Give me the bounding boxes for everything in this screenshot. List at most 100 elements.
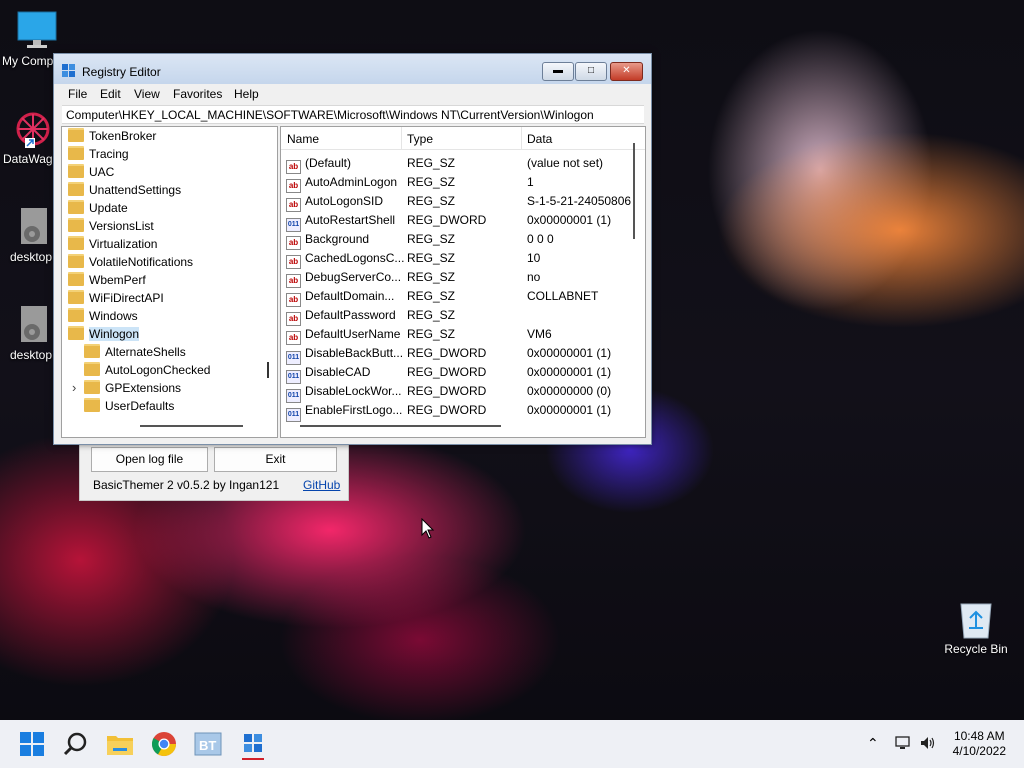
minimize-button[interactable]: ▬ <box>542 62 574 81</box>
basicthemer-icon[interactable]: BT <box>192 728 224 760</box>
value-row[interactable]: ab Background REG_SZ 0 0 0 <box>281 230 645 250</box>
address-bar[interactable]: Computer\HKEY_LOCAL_MACHINE\SOFTWARE\Mic… <box>62 105 644 124</box>
value-data: 0x00000001 (1) <box>527 403 612 417</box>
value-name-cell: ab CachedLogonsC... <box>286 249 404 269</box>
tree-item[interactable]: Update <box>68 199 128 217</box>
tree-item[interactable]: AutoLogonChecked <box>84 361 210 379</box>
menu-favorites[interactable]: Favorites <box>173 87 222 101</box>
column-header-type[interactable]: Type <box>407 132 433 146</box>
value-data: (value not set) <box>527 156 604 170</box>
tree-item[interactable]: Virtualization <box>68 235 157 253</box>
tree-item-label: TokenBroker <box>89 129 157 143</box>
string-value-icon: ab <box>286 312 301 326</box>
maximize-icon: □ <box>587 65 595 76</box>
desktop-icon-label: Recycle Bin <box>944 642 1008 656</box>
tree-item[interactable]: UserDefaults <box>84 397 174 415</box>
exit-button[interactable]: Exit <box>214 447 337 472</box>
search-icon[interactable] <box>60 728 92 760</box>
show-hidden-icons-chevron-icon[interactable]: ⌃ <box>867 735 879 752</box>
tree-item[interactable]: WbemPerf <box>68 271 146 289</box>
github-link[interactable]: GitHub <box>303 478 340 492</box>
value-name-cell: ab DefaultUserName <box>286 325 400 345</box>
registry-editor-icon[interactable] <box>237 728 269 760</box>
volume-icon[interactable] <box>919 734 937 755</box>
tree-item[interactable]: Tracing <box>68 145 129 163</box>
tree-item[interactable]: Winlogon <box>68 325 140 343</box>
maximize-button[interactable]: □ <box>575 62 607 81</box>
menu-edit[interactable]: Edit <box>100 87 121 101</box>
list-horizontal-scrollbar[interactable] <box>300 425 501 427</box>
chrome-icon[interactable] <box>148 728 180 760</box>
value-row[interactable]: 011 DisableLockWor... REG_DWORD 0x00000000 … <box>281 382 645 403</box>
tree-item[interactable]: UAC <box>68 163 114 181</box>
value-name-cell: ab Background <box>286 230 369 250</box>
tree-item[interactable]: TokenBroker <box>68 127 156 145</box>
value-name: CachedLogonsC... <box>305 251 405 265</box>
value-type: REG_SZ <box>407 232 456 246</box>
gear-file-icon <box>12 304 54 346</box>
tree-item[interactable]: UnattendSettings <box>68 181 181 199</box>
value-row[interactable]: 011 EnableFirstLogo... REG_DWORD 0x00000001… <box>281 401 645 422</box>
folder-icon <box>84 380 100 394</box>
tree-item-label: VolatileNotifications <box>89 255 194 269</box>
list-vertical-scrollbar[interactable] <box>633 143 635 239</box>
tree-item[interactable]: › GPExtensions <box>72 379 181 397</box>
value-row[interactable]: ab CachedLogonsC... REG_SZ 10 <box>281 249 645 269</box>
registry-tree[interactable]: TokenBroker Tracing UAC UnattendSettings Upd… <box>61 126 278 438</box>
value-row[interactable]: ab DefaultDomain... REG_SZ COLLABNET <box>281 287 645 307</box>
values-list[interactable]: Name Type Data ab (Default) REG_SZ (value n… <box>280 126 646 438</box>
tree-item[interactable]: AlternateShells <box>84 343 186 361</box>
menu-view[interactable]: View <box>134 87 160 101</box>
tree-item[interactable]: WiFiDirectAPI <box>68 289 164 307</box>
open-log-file-button[interactable]: Open log file <box>91 447 208 472</box>
file-explorer-icon[interactable] <box>104 728 136 760</box>
tree-item[interactable]: VersionsList <box>68 217 154 235</box>
tree-item-label: WbemPerf <box>89 273 146 287</box>
value-type: REG_SZ <box>407 308 456 322</box>
value-name-cell: 011 AutoRestartShell <box>286 211 395 232</box>
value-row[interactable]: 011 DisableCAD REG_DWORD 0x00000001 (1) <box>281 363 645 384</box>
value-row[interactable]: ab DebugServerCo... REG_SZ no <box>281 268 645 288</box>
value-row[interactable]: 011 DisableBackButt... REG_DWORD 0x00000001… <box>281 344 645 365</box>
folder-icon <box>68 272 84 286</box>
value-name: DisableLockWor... <box>305 384 402 398</box>
value-data: 10 <box>527 251 541 265</box>
title-bar[interactable]: Registry Editor ▬ □ ✕ <box>54 54 651 84</box>
expand-chevron-icon[interactable]: › <box>72 379 76 397</box>
menu-file[interactable]: File <box>68 87 87 101</box>
column-header-data[interactable]: Data <box>527 132 552 146</box>
value-row[interactable]: ab DefaultUserName REG_SZ VM6 <box>281 325 645 345</box>
basicthemer-version-label: BasicThemer 2 v0.5.2 by Ingan121 <box>93 478 280 492</box>
clock-time: 10:48 AM <box>953 729 1005 743</box>
tree-vertical-scrollbar[interactable] <box>267 362 269 378</box>
value-row[interactable]: ab (Default) REG_SZ (value not set) <box>281 154 645 174</box>
tree-item-label: Virtualization <box>89 237 158 251</box>
value-name: Background <box>305 232 370 246</box>
menu-help[interactable]: Help <box>234 87 259 101</box>
desktop-icon-recycle-bin[interactable]: Recycle Bin <box>942 598 1010 656</box>
value-row[interactable]: 011 AutoRestartShell REG_DWORD 0x00000001 (… <box>281 211 645 232</box>
windows-start-icon[interactable] <box>16 728 48 760</box>
tree-item[interactable]: Windows <box>68 307 138 325</box>
folder-icon <box>68 200 84 214</box>
value-type: REG_SZ <box>407 289 456 303</box>
network-icon[interactable] <box>894 734 912 755</box>
close-button[interactable]: ✕ <box>610 62 643 81</box>
tree-horizontal-scrollbar[interactable] <box>140 425 243 427</box>
value-data: 0x00000000 (0) <box>527 384 612 398</box>
string-value-icon: ab <box>286 293 301 307</box>
column-header-name[interactable]: Name <box>287 132 319 146</box>
value-row[interactable]: ab AutoLogonSID REG_SZ S-1-5-21-24050806 <box>281 192 645 212</box>
taskbar-clock[interactable]: 10:48 AM 4/10/2022 <box>953 729 1006 759</box>
value-type: REG_SZ <box>407 270 456 284</box>
value-row[interactable]: ab DefaultPassword REG_SZ <box>281 306 645 326</box>
value-name-cell: ab DefaultPassword <box>286 306 396 326</box>
folder-icon <box>84 344 100 358</box>
value-data: 1 <box>527 175 534 189</box>
mouse-cursor-icon <box>421 517 435 543</box>
tree-item[interactable]: VolatileNotifications <box>68 253 193 271</box>
folder-icon <box>68 164 84 178</box>
value-name-cell: 011 EnableFirstLogo... <box>286 401 402 422</box>
value-row[interactable]: ab AutoAdminLogon REG_SZ 1 <box>281 173 645 193</box>
string-value-icon: ab <box>286 179 301 193</box>
